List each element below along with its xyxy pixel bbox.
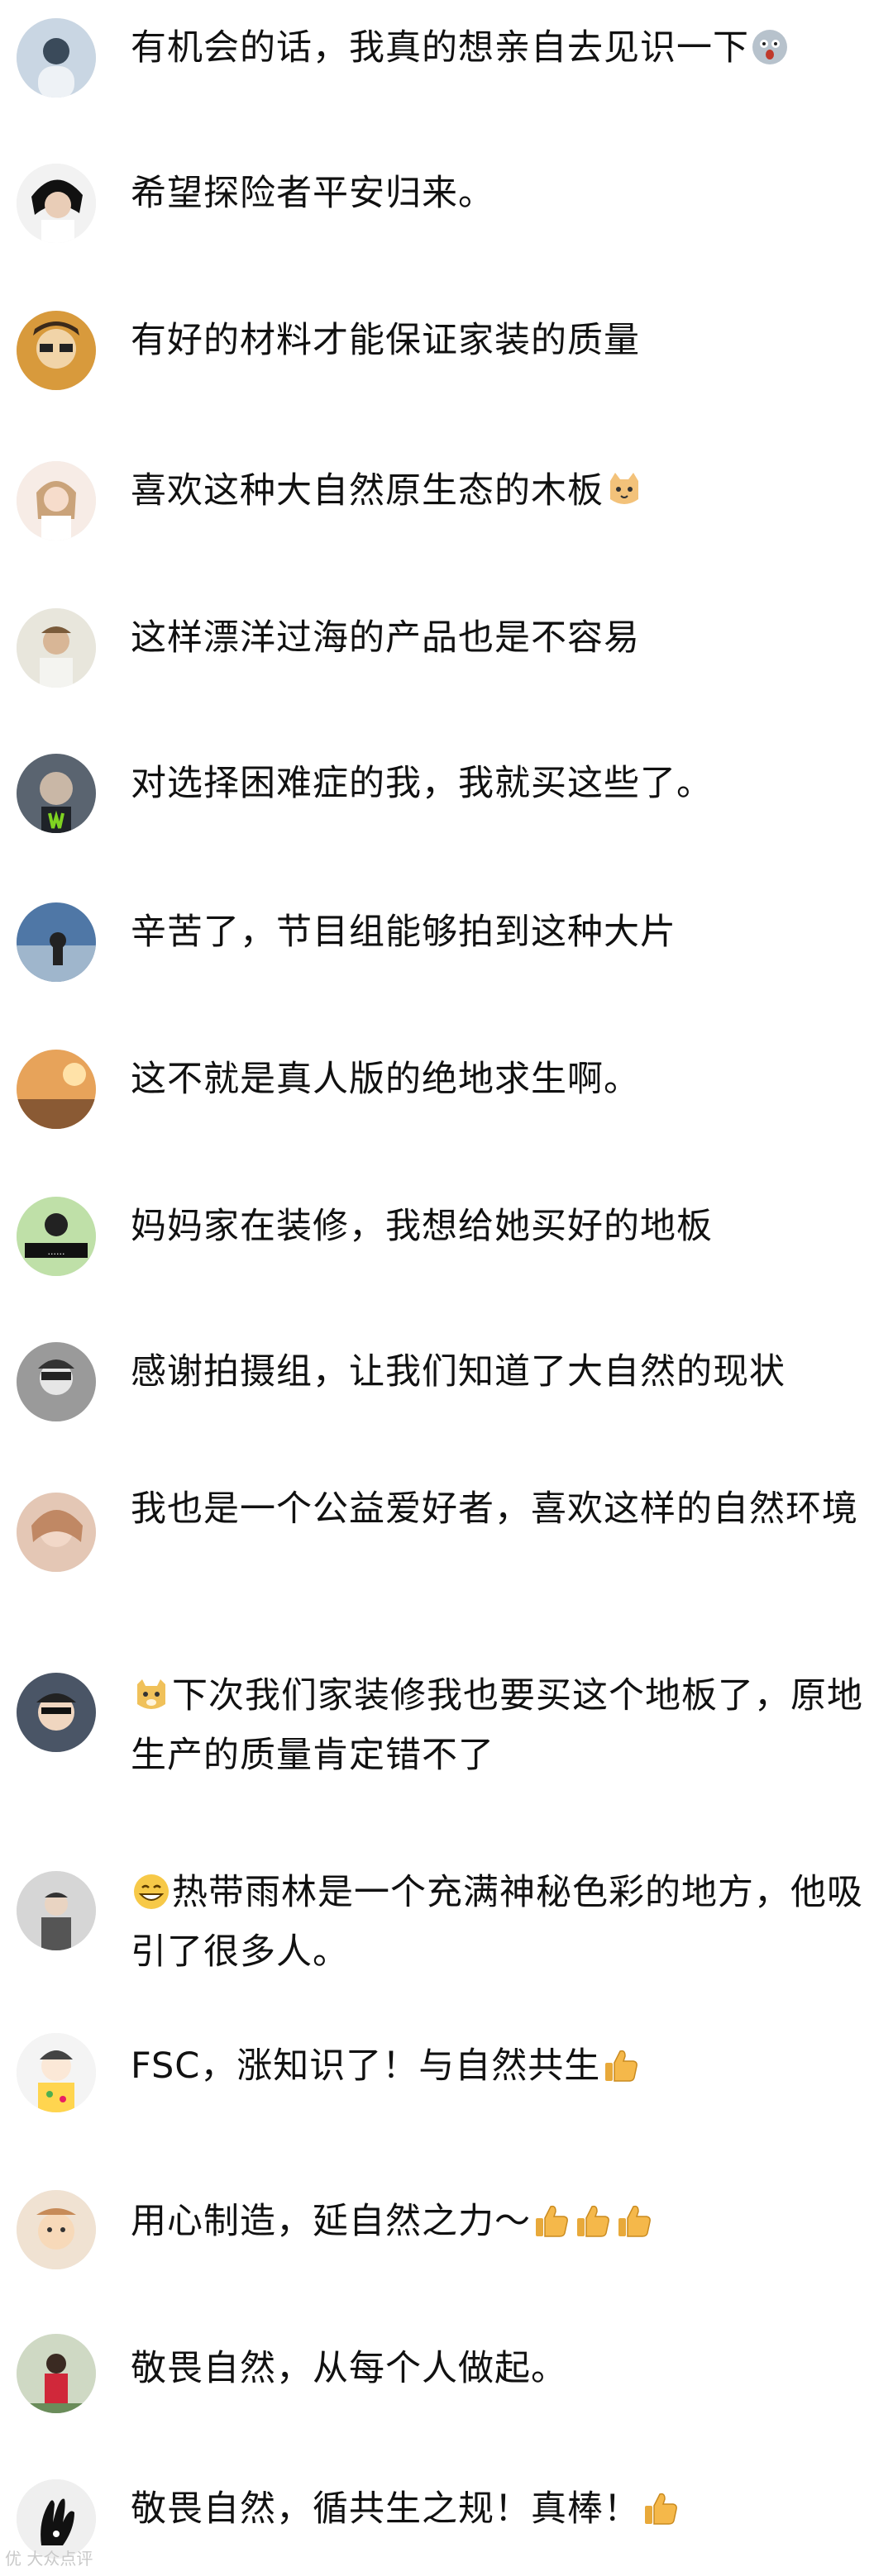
- comment-text-container: 喜欢这种大自然原生态的木板: [131, 461, 875, 521]
- comment-text-container: 对选择困难症的我，我就买这些了。: [131, 754, 875, 813]
- comment-text-container: 用心制造，延自然之力～: [131, 2192, 875, 2251]
- avatar[interactable]: [17, 2190, 96, 2269]
- comment-text: 有机会的话，我真的想亲自去见识一下: [131, 27, 749, 69]
- avatar[interactable]: [17, 1673, 96, 1752]
- avatar[interactable]: [17, 461, 96, 540]
- shocked-face-icon: [751, 28, 789, 66]
- comment-text: 这样漂洋过海的产品也是不容易: [131, 617, 640, 659]
- doge-icon: [132, 1676, 170, 1714]
- avatar[interactable]: [17, 754, 96, 833]
- cat-face-icon: [605, 471, 643, 509]
- avatar[interactable]: [17, 608, 96, 688]
- avatar[interactable]: [17, 164, 96, 243]
- thumbs-up-icon: [642, 2489, 680, 2527]
- thumbs-up-icon: [602, 2046, 640, 2084]
- thumbs-up-icon: [574, 2202, 612, 2240]
- avatar[interactable]: [17, 311, 96, 390]
- svg-text:......: ......: [48, 1246, 65, 1257]
- comment-text-container: 热带雨林是一个充满神秘色彩的地方，他吸引了很多人。: [131, 1863, 875, 1982]
- comment-list: 有机会的话，我真的想亲自去见识一下 希望探险者平安归来。有好的材料才能保证家装的质…: [0, 0, 893, 2576]
- comment-text-container: 辛苦了，节目组能够拍到这种大片: [131, 902, 875, 962]
- watermark: 优 大众点评: [5, 2549, 93, 2569]
- comment-text: 敬畏自然，从每个人做起。: [131, 2348, 567, 2389]
- comment-text-container: 感谢拍摄组，让我们知道了大自然的现状: [131, 1342, 875, 1402]
- comment-text: 喜欢这种大自然原生态的木板: [131, 470, 604, 512]
- comment-text-container: 这不就是真人版的绝地求生啊。: [131, 1050, 875, 1109]
- comment-text: 辛苦了，节目组能够拍到这种大片: [131, 912, 676, 953]
- comment-text-container: 这样漂洋过海的产品也是不容易: [131, 608, 875, 668]
- avatar[interactable]: [17, 902, 96, 982]
- comment-text: 我也是一个公益爱好者，喜欢这样的自然环境: [131, 1488, 858, 1530]
- avatar[interactable]: [17, 1050, 96, 1129]
- comment-text-container: FSC，涨知识了！与自然共生: [131, 2036, 875, 2096]
- comment-text: 有好的材料才能保证家装的质量: [131, 320, 640, 361]
- comment-text: 希望探险者平安归来。: [131, 173, 494, 214]
- comment-text: 下次我们家装修我也要买这个地板了，原地生产的质量肯定错不了: [131, 1675, 863, 1776]
- avatar[interactable]: [17, 18, 96, 98]
- comment-text: 用心制造，延自然之力～: [131, 2201, 531, 2242]
- comment-text-container: 下次我们家装修我也要买这个地板了，原地生产的质量肯定错不了: [131, 1666, 875, 1785]
- comment-text-container: 有好的材料才能保证家装的质量: [131, 311, 875, 370]
- thumbs-up-icon: [615, 2202, 653, 2240]
- avatar[interactable]: [17, 1342, 96, 1421]
- avatar[interactable]: ......: [17, 1197, 96, 1276]
- thumbs-up-icon: [532, 2202, 571, 2240]
- comment-text: 这不就是真人版的绝地求生啊。: [131, 1059, 640, 1100]
- comment-text-container: 我也是一个公益爱好者，喜欢这样的自然环境: [131, 1479, 875, 1539]
- comment-text-container: 妈妈家在装修，我想给她买好的地板: [131, 1197, 875, 1256]
- avatar[interactable]: [17, 1493, 96, 1572]
- avatar[interactable]: [17, 1871, 96, 1950]
- grin-face-icon: [132, 1873, 170, 1911]
- comment-text: 对选择困难症的我，我就买这些了。: [131, 763, 713, 804]
- comment-text-container: 敬畏自然，循共生之规！真棒！: [131, 2479, 875, 2539]
- comment-text: 热带雨林是一个充满神秘色彩的地方，他吸引了很多人。: [131, 1872, 863, 1973]
- comment-text-container: 有机会的话，我真的想亲自去见识一下: [131, 18, 875, 78]
- avatar[interactable]: [17, 2334, 96, 2413]
- avatar[interactable]: [17, 2033, 96, 2112]
- comment-text: 妈妈家在装修，我想给她买好的地板: [131, 1206, 713, 1247]
- comment-text: FSC，涨知识了！与自然共生: [131, 2045, 601, 2087]
- comment-text-container: 希望探险者平安归来。: [131, 164, 875, 223]
- comment-text-container: 敬畏自然，从每个人做起。: [131, 2339, 875, 2398]
- comment-text: 感谢拍摄组，让我们知道了大自然的现状: [131, 1351, 786, 1393]
- comment-text: 敬畏自然，循共生之规！真棒！: [131, 2488, 640, 2530]
